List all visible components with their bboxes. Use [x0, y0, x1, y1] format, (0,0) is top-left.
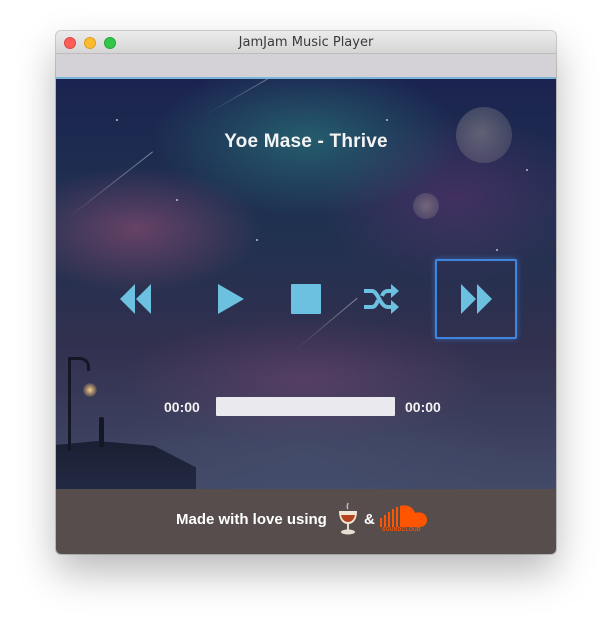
- star-decoration: [526, 169, 528, 171]
- progress-bar[interactable]: [216, 397, 395, 416]
- current-time: 00:00: [164, 399, 200, 415]
- rewind-icon: [119, 282, 153, 316]
- title-bar: JamJam Music Player: [56, 31, 556, 54]
- planet-decoration: [413, 193, 439, 219]
- shuffle-button[interactable]: [341, 259, 421, 339]
- toolbar-strip: [56, 54, 556, 79]
- progress-row: 00:00 00:00: [56, 397, 556, 419]
- cliff-silhouette: [56, 441, 196, 489]
- stop-button[interactable]: [266, 259, 346, 339]
- shooting-star-decoration: [65, 151, 153, 220]
- footer-text: Made with love using: [176, 511, 327, 528]
- lamp-arm-silhouette: [68, 357, 90, 371]
- footer: Made with love using & SOUNDCLOUD: [56, 489, 556, 554]
- fast-forward-icon: [459, 282, 493, 316]
- shooting-star-decoration: [205, 79, 285, 115]
- shuffle-icon: [362, 283, 400, 315]
- star-decoration: [256, 239, 258, 241]
- star-decoration: [496, 249, 498, 251]
- rewind-button[interactable]: [96, 259, 176, 339]
- play-button[interactable]: [191, 259, 271, 339]
- player-stage: Yoe Mase - Thrive 00:00 00:00: [56, 79, 556, 489]
- ampersand: &: [364, 511, 375, 528]
- window-title: JamJam Music Player: [238, 35, 374, 50]
- star-decoration: [386, 119, 388, 121]
- playback-controls: [56, 259, 556, 343]
- soundcloud-wordmark: SOUNDCLOUD: [382, 527, 421, 533]
- beverage-icon: [336, 502, 360, 536]
- star-decoration: [176, 199, 178, 201]
- play-icon: [216, 282, 246, 316]
- app-window: JamJam Music Player Yoe Mase - Thrive 00…: [56, 31, 556, 554]
- lamp-light-decoration: [83, 383, 97, 397]
- person-silhouette: [99, 417, 104, 447]
- stop-icon: [291, 284, 321, 314]
- total-time: 00:00: [405, 399, 441, 415]
- track-title: Yoe Mase - Thrive: [224, 131, 388, 152]
- star-decoration: [116, 119, 118, 121]
- fast-forward-button[interactable]: [435, 259, 517, 339]
